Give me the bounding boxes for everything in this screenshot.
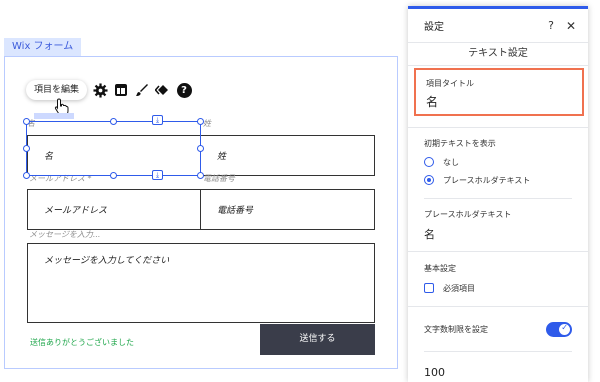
email-label: メールアドレス * [29,174,92,183]
resize-handle-top-left[interactable] [23,118,30,125]
success-message: 送信ありがとうございました [30,338,134,347]
settings-gear-icon[interactable] [92,82,108,98]
field-title-input[interactable]: 項目タイトル 名 [414,68,584,116]
selection-tab [34,113,74,119]
last-name-field[interactable]: 姓 [200,135,375,176]
char-limit-row: 文字数制限を設定 ✓ [408,307,588,351]
required-checkbox[interactable] [424,283,434,293]
basic-settings-section: 基本設定 必須項目 [408,252,588,306]
panel-header: 設定 ? ✕ [408,9,588,43]
resize-handle-top[interactable] [110,118,117,125]
required-checkbox-row[interactable]: 必須項目 [424,279,572,297]
resize-handle-right[interactable] [197,145,204,152]
basic-settings-label: 基本設定 [424,264,456,273]
message-label: メッセージを入力... [29,230,101,239]
resize-handle-top-right[interactable] [197,118,204,125]
initial-text-label: 初期テキストを表示 [424,139,496,148]
help-glyph: ? [176,82,192,98]
field-title-label: 項目タイトル [426,79,474,88]
help-icon[interactable]: ? [548,19,554,32]
first-name-field[interactable]: 名 [27,135,201,176]
stretch-handle-icon[interactable]: ⤓ [152,170,163,180]
radio-placeholder-label: プレースホルダテキスト [443,175,531,185]
resize-handle-bottom-right[interactable] [197,172,204,179]
message-field[interactable]: メッセージを入力してください [27,243,375,323]
radio-placeholder-icon[interactable] [424,175,434,185]
form-tag[interactable]: Wix フォーム [4,38,82,56]
layout-icon[interactable] [113,82,129,98]
resize-handle-bottom-left[interactable] [23,172,30,179]
panel-title: 設定 [424,22,444,33]
editor-stage: Wix フォーム 項目を編集 ? 名 姓 名 姓 メールアドレス * 電話番号 … [0,0,600,382]
limit-value-section: 100 [408,352,588,379]
placeholder-label: プレースホルダテキスト [424,210,512,219]
settings-panel: 設定 ? ✕ テキスト設定 項目タイトル 名 初期テキストを表示 なし プレース… [408,6,588,382]
char-limit-label: 文字数制限を設定 [424,324,488,334]
radio-none-icon[interactable] [424,157,434,167]
last-name-label: 姓 [203,119,211,128]
placeholder-section: プレースホルダテキスト 名 [408,199,588,251]
stretch-handle-icon[interactable]: ⤓ [152,115,163,125]
panel-subtitle: テキスト設定 [468,48,528,59]
divider [408,65,588,66]
resize-handle-left[interactable] [23,145,30,152]
limit-value[interactable]: 100 [424,366,572,379]
radio-option-placeholder[interactable]: プレースホルダテキスト [424,171,572,189]
edit-field-button[interactable]: 項目を編集 [26,80,88,100]
element-toolbar: 項目を編集 ? [26,80,192,100]
field-title-value[interactable]: 名 [426,93,572,110]
resize-handle-bottom[interactable] [110,172,117,179]
check-icon: ✓ [561,322,568,332]
required-label: 必須項目 [443,283,475,293]
placeholder-value[interactable]: 名 [424,226,572,242]
email-field[interactable]: メールアドレス [27,189,201,230]
phone-label: 電話番号 [203,174,235,183]
initial-text-section: 初期テキストを表示 なし プレースホルダテキスト [408,128,588,198]
char-limit-toggle[interactable]: ✓ [546,321,572,337]
animation-icon[interactable] [155,82,171,98]
close-icon[interactable]: ✕ [566,19,576,33]
phone-field[interactable]: 電話番号 [200,189,375,230]
radio-none-label: なし [443,157,459,167]
radio-option-none[interactable]: なし [424,153,572,171]
help-icon[interactable]: ? [176,82,192,98]
design-brush-icon[interactable] [134,82,150,98]
submit-button[interactable]: 送信する [260,324,375,355]
